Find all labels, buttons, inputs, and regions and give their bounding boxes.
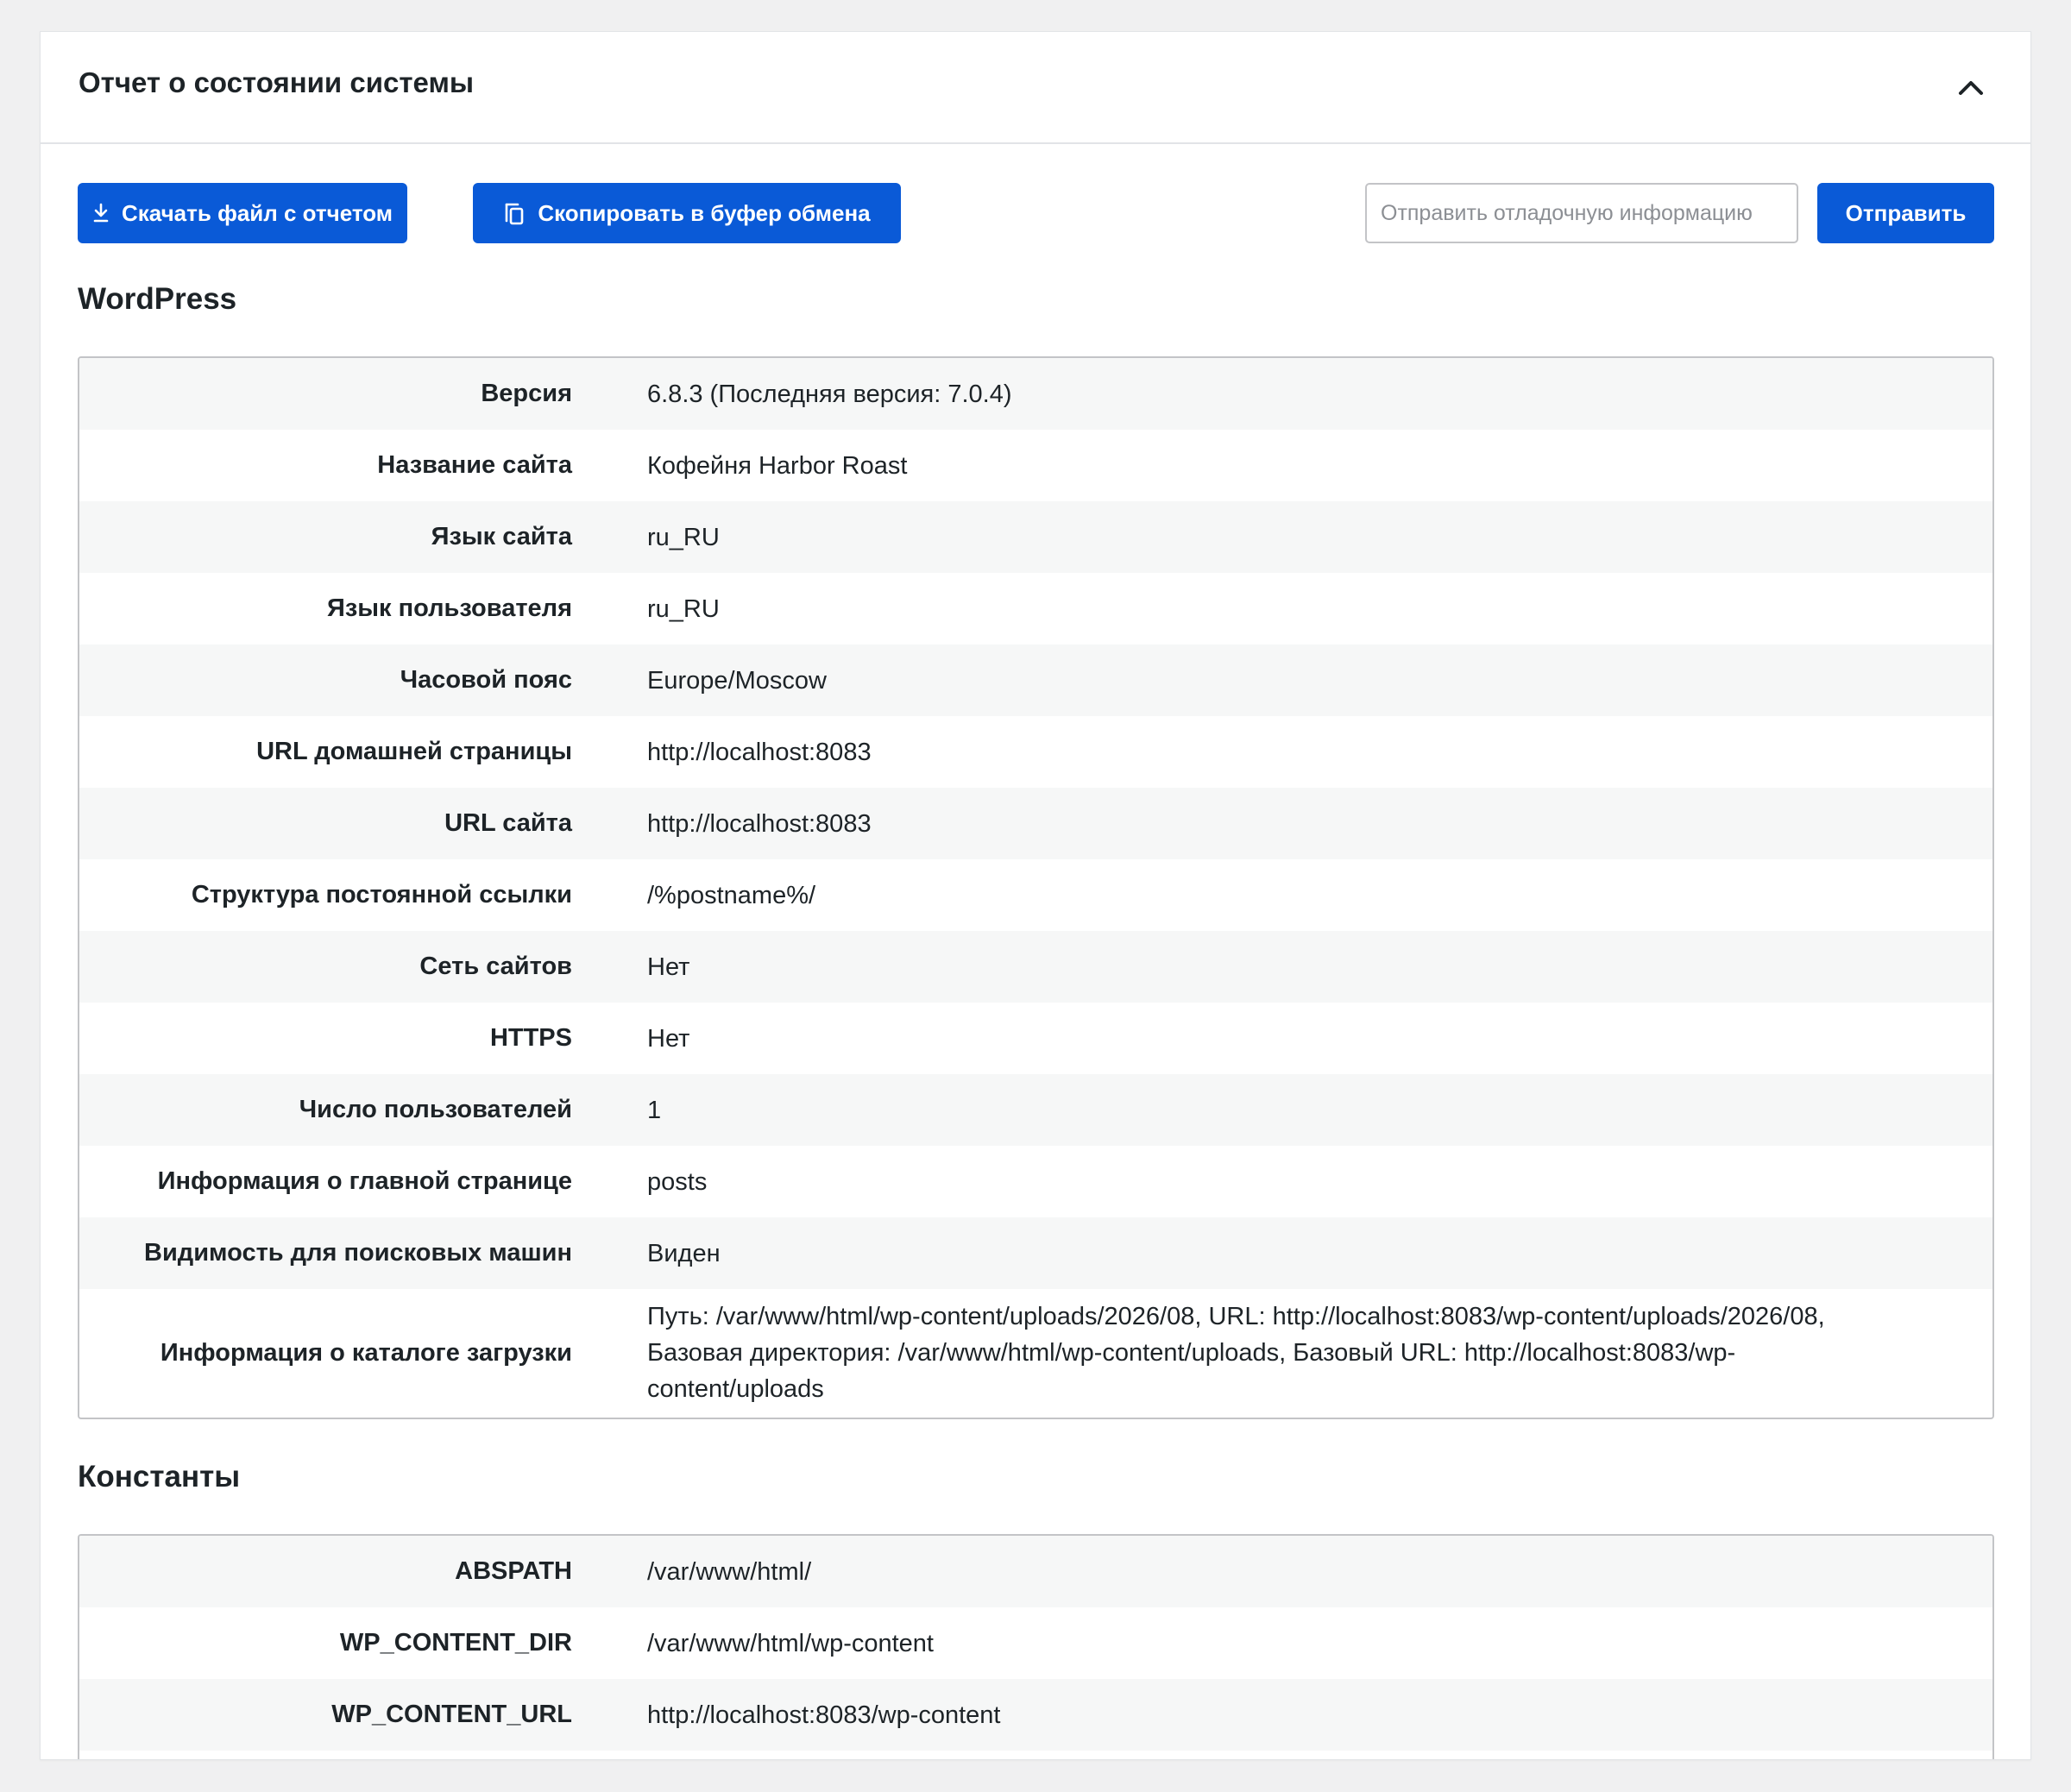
row-value: http://localhost:8083/wp-content <box>647 1701 1001 1729</box>
table-row: HTTPS Нет <box>79 1003 1992 1074</box>
row-value: http://localhost:8083 <box>647 738 872 766</box>
table-row: ABSPATH /var/www/html/ <box>79 1536 1992 1607</box>
send-button[interactable]: Отправить <box>1817 183 1994 243</box>
row-label: Информация о главной странице <box>157 1167 572 1195</box>
row-label: HTTPS <box>489 1024 572 1052</box>
download-icon <box>92 203 110 223</box>
download-report-label: Скачать файл с отчетом <box>121 199 393 226</box>
panel-title: Отчет о состоянии системы <box>79 66 475 98</box>
table-row: Информация о каталоге загрузки Путь: /va… <box>79 1289 1992 1417</box>
table-row: Структура постоянной ссылки /%postname%/ <box>79 859 1992 931</box>
table-row: Информация о главной странице posts <box>79 1146 1992 1217</box>
row-label: Название сайта <box>377 451 572 479</box>
section-title-wordpress: WordPress <box>78 282 237 316</box>
copy-to-clipboard-label: Скопировать в буфер обмена <box>538 199 871 226</box>
download-report-button[interactable]: Скачать файл с отчетом <box>78 183 407 243</box>
row-label: Версия <box>481 380 572 407</box>
copy-icon <box>503 200 526 226</box>
row-label: URL сайта <box>444 809 572 837</box>
row-value: http://localhost:8083 <box>647 809 872 838</box>
row-label: Язык сайта <box>431 523 572 550</box>
row-label: WP_CONTENT_URL <box>331 1701 572 1728</box>
row-value: ru_RU <box>647 594 720 623</box>
table-row: WP_CONTENT_DIR /var/www/html/wp-content <box>79 1607 1992 1679</box>
row-value: Путь: /var/www/html/wp-content/uploads/2… <box>647 1303 1825 1403</box>
row-value: /var/www/html/wp-content <box>647 1629 934 1657</box>
row-value: Кофейня Harbor Roast <box>647 451 908 480</box>
row-value: Нет <box>647 953 690 981</box>
table-row: Название сайта Кофейня Harbor Roast <box>79 430 1992 501</box>
collapse-button[interactable] <box>1949 66 1992 109</box>
wordpress-info-table: Версия 6.8.3 (Последняя версия: 7.0.4) Н… <box>78 356 1994 1419</box>
system-report-panel: Отчет о состоянии системы Скачать файл с… <box>40 31 2031 1760</box>
constants-info-table: ABSPATH /var/www/html/ WP_CONTENT_DIR /v… <box>78 1534 1994 1759</box>
row-value: posts <box>647 1167 708 1196</box>
report-toolbar: Скачать файл с отчетом Скопировать в буф… <box>41 183 2030 243</box>
row-label: Язык пользователя <box>326 594 572 622</box>
table-row: URL сайта http://localhost:8083 <box>79 788 1992 859</box>
table-row: Сеть сайтов Нет <box>79 931 1992 1003</box>
row-value: Нет <box>647 1024 690 1053</box>
chevron-up-icon <box>1959 81 1983 95</box>
table-row: Язык пользователя ru_RU <box>79 573 1992 644</box>
table-row <box>79 1751 1992 1759</box>
row-value: ru_RU <box>647 523 720 551</box>
row-label: Часовой пояс <box>400 666 572 694</box>
row-label: URL домашней страницы <box>256 738 572 765</box>
row-value: Виден <box>647 1239 721 1267</box>
table-row: Часовой пояс Europe/Moscow <box>79 644 1992 716</box>
row-label: Видимость для поисковых машин <box>144 1239 572 1267</box>
row-value: /var/www/html/ <box>647 1557 812 1586</box>
section-title-constants: Константы <box>78 1460 241 1493</box>
row-label: WP_CONTENT_DIR <box>339 1629 572 1657</box>
table-row: URL домашней страницы http://localhost:8… <box>79 716 1992 788</box>
table-row: Версия 6.8.3 (Последняя версия: 7.0.4) <box>79 358 1992 430</box>
debug-info-input[interactable] <box>1365 183 1798 243</box>
row-value: /%postname%/ <box>647 881 816 909</box>
row-value: Europe/Moscow <box>647 666 827 695</box>
table-row: Видимость для поисковых машин Виден <box>79 1217 1992 1289</box>
row-value: 6.8.3 (Последняя версия: 7.0.4) <box>647 380 1012 408</box>
row-label: Структура постоянной ссылки <box>191 881 572 909</box>
row-label: Сеть сайтов <box>419 953 572 980</box>
row-label: ABSPATH <box>455 1557 572 1585</box>
row-label: Информация о каталоге загрузки <box>160 1338 572 1367</box>
table-row: Число пользователей 1 <box>79 1074 1992 1146</box>
copy-to-clipboard-button[interactable]: Скопировать в буфер обмена <box>473 183 901 243</box>
panel-header: Отчет о состоянии системы <box>41 32 2030 144</box>
table-row: Язык сайта ru_RU <box>79 501 1992 573</box>
row-label: Число пользователей <box>299 1096 572 1123</box>
table-row: WP_CONTENT_URL http://localhost:8083/wp-… <box>79 1679 1992 1751</box>
row-value: 1 <box>647 1096 662 1124</box>
